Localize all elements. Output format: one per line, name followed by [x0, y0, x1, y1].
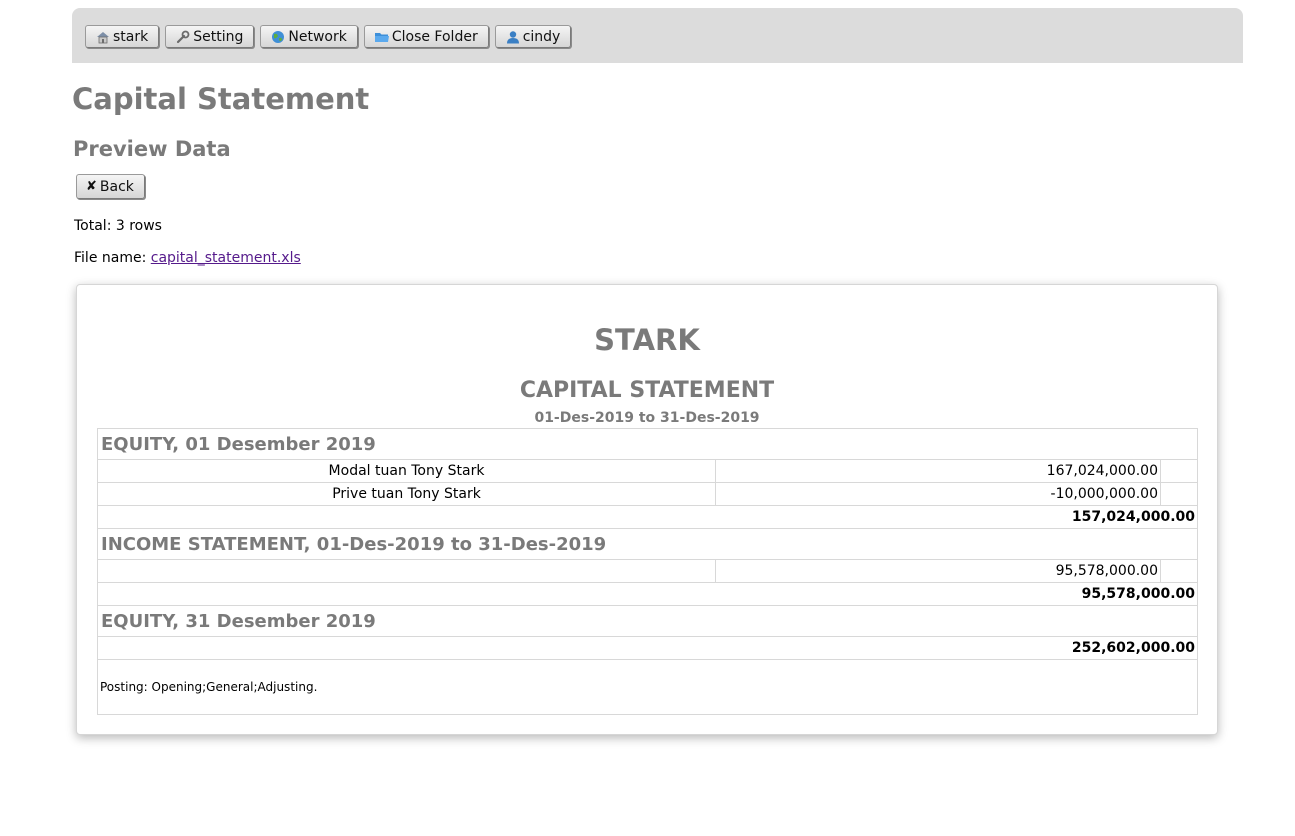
user-button-label: cindy — [522, 28, 561, 45]
network-button-label: Network — [288, 28, 347, 45]
back-button[interactable]: ✘ Back — [76, 174, 145, 199]
table-row: 95,578,000.00 — [97, 559, 1198, 583]
total-row: 95,578,000.00 — [97, 582, 1198, 606]
account-name: Modal tuan Tony Stark — [97, 459, 716, 483]
account-amount: -10,000,000.00 — [715, 482, 1161, 506]
account-amount: 95,578,000.00 — [715, 559, 1161, 583]
user-icon — [505, 30, 521, 44]
report-period: 01-Des-2019 to 31-Des-2019 — [534, 410, 760, 426]
home-icon — [95, 30, 111, 44]
setting-button[interactable]: Setting — [165, 25, 255, 48]
report-panel: STARK CAPITAL STATEMENT 01-Des-2019 to 3… — [76, 284, 1218, 735]
section-heading-row: EQUITY, 01 Desember 2019 — [97, 428, 1198, 460]
capital-statement-table: EQUITY, 01 Desember 2019 Modal tuan Tony… — [97, 428, 1198, 715]
account-name: Prive tuan Tony Stark — [97, 482, 716, 506]
opening-equity-total: 157,024,000.00 — [97, 505, 1198, 529]
top-toolbar: stark Setting Network Close Folder cindy — [72, 8, 1243, 63]
section-heading-row: EQUITY, 31 Desember 2019 — [97, 605, 1198, 637]
report-title: CAPITAL STATEMENT — [519, 378, 775, 403]
table-row: Prive tuan Tony Stark -10,000,000.00 — [97, 482, 1198, 506]
setting-button-label: Setting — [193, 28, 244, 45]
folder-icon — [374, 30, 390, 44]
wrench-icon — [175, 30, 191, 44]
income-total: 95,578,000.00 — [97, 582, 1198, 606]
page-title: Capital Statement — [72, 82, 370, 116]
close-folder-button[interactable]: Close Folder — [363, 25, 489, 48]
account-amount: 167,024,000.00 — [715, 459, 1161, 483]
page-subtitle: Preview Data — [73, 137, 231, 161]
close-folder-button-label: Close Folder — [391, 28, 478, 45]
income-statement-heading: INCOME STATEMENT, 01-Des-2019 to 31-Des-… — [97, 528, 1198, 560]
back-button-label: Back — [99, 178, 134, 195]
section-heading-row: INCOME STATEMENT, 01-Des-2019 to 31-Des-… — [97, 528, 1198, 560]
footer-row: Posting: Opening;General;Adjusting. — [97, 659, 1198, 715]
report-company: STARK — [594, 323, 700, 357]
closing-equity-total: 252,602,000.00 — [97, 636, 1198, 660]
user-button[interactable]: cindy — [494, 25, 572, 48]
empty-cell — [1160, 559, 1198, 583]
file-name-link[interactable]: capital_statement.xls — [151, 250, 301, 266]
total-row: 157,024,000.00 — [97, 505, 1198, 529]
closing-equity-heading: EQUITY, 31 Desember 2019 — [97, 605, 1198, 637]
network-button[interactable]: Network — [260, 25, 358, 48]
opening-equity-heading: EQUITY, 01 Desember 2019 — [97, 428, 1198, 460]
globe-icon — [270, 30, 286, 44]
close-icon: ✘ — [86, 179, 97, 194]
home-button-label: stark — [113, 28, 149, 45]
home-button[interactable]: stark — [85, 25, 160, 48]
empty-cell — [1160, 482, 1198, 506]
table-row: Modal tuan Tony Stark 167,024,000.00 — [97, 459, 1198, 483]
file-name-line: File name: capital_statement.xls — [74, 250, 301, 266]
total-row: 252,602,000.00 — [97, 636, 1198, 660]
file-name-label: File name: — [74, 250, 151, 266]
posting-note: Posting: Opening;General;Adjusting. — [97, 659, 1198, 715]
total-rows-text: Total: 3 rows — [74, 218, 162, 234]
empty-cell — [1160, 459, 1198, 483]
account-name — [97, 559, 716, 583]
